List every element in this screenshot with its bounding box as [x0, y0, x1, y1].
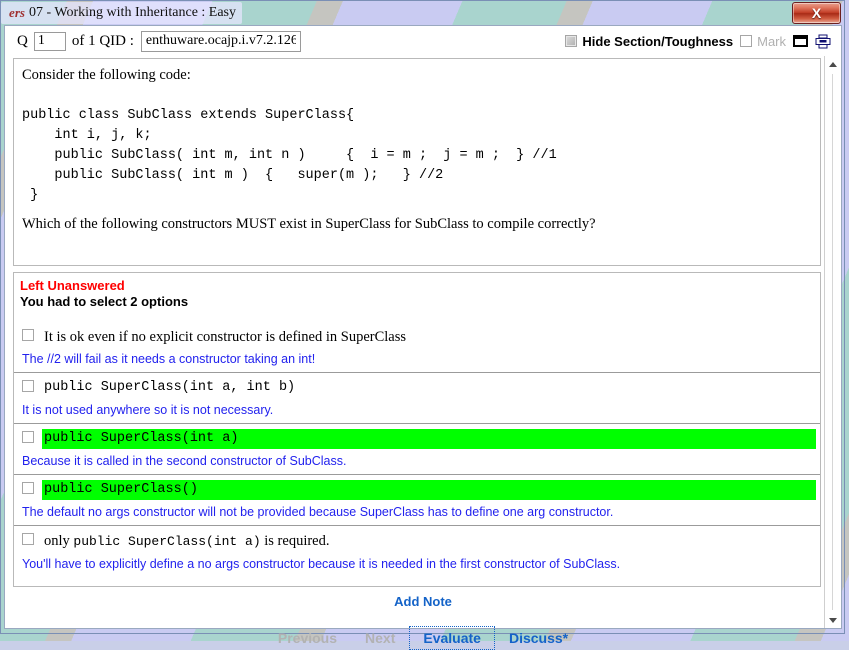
add-note-link[interactable]: Add Note [394, 594, 452, 609]
question-code: public class SubClass extends SuperClass… [22, 106, 810, 206]
header-tools: Hide Section/Toughness Mark [565, 34, 837, 49]
option-label: only public SuperClass(int a) is require… [42, 531, 816, 552]
option-label: public SuperClass(int a, int b) [42, 378, 816, 398]
window-icon[interactable] [793, 35, 808, 47]
option-checkbox[interactable] [22, 482, 34, 494]
option-row[interactable]: public SuperClass() [14, 475, 820, 502]
status-block: Left Unanswered You had to select 2 opti… [14, 273, 820, 309]
q-label: Q [17, 33, 28, 50]
option-explanation: The default no args constructor will not… [14, 502, 820, 525]
option-row[interactable]: It is ok even if no explicit constructor… [14, 322, 820, 349]
question-number-input[interactable] [34, 32, 66, 51]
option-group: public SuperClass(int a) Because it is c… [14, 423, 820, 474]
mark-toggle[interactable]: Mark [740, 34, 786, 49]
option-label-pre: only [44, 533, 73, 549]
hide-section-checkbox[interactable] [565, 35, 577, 47]
of-total-label: of 1 QID : [72, 33, 134, 50]
option-label-post: is required. [261, 533, 330, 549]
next-button[interactable]: Next [351, 626, 409, 650]
hide-section-toughness-toggle[interactable]: Hide Section/Toughness [565, 34, 733, 49]
option-label: It is ok even if no explicit constructor… [42, 327, 816, 347]
hide-section-label: Hide Section/Toughness [582, 34, 733, 49]
printer-icon[interactable] [815, 34, 831, 49]
qid-input[interactable] [141, 31, 301, 52]
option-group: It is ok even if no explicit constructor… [14, 322, 820, 372]
vertical-scrollbar[interactable] [824, 56, 841, 628]
option-explanation: Because it is called in the second const… [14, 451, 820, 474]
scrollbar-track[interactable] [832, 74, 833, 610]
status-unanswered: Left Unanswered [20, 278, 820, 293]
close-icon: X [812, 6, 821, 20]
option-group: only public SuperClass(int a) is require… [14, 525, 820, 577]
option-row[interactable]: public SuperClass(int a, int b) [14, 373, 820, 400]
footer-buttons: Previous Next Evaluate Discuss* [5, 626, 841, 650]
add-note-area: Add Note [5, 594, 841, 609]
app-icon: ers [7, 5, 27, 21]
window-title: 07 - Working with Inheritance : Easy [27, 5, 242, 21]
evaluate-button[interactable]: Evaluate [409, 626, 495, 650]
option-checkbox[interactable] [22, 431, 34, 443]
client-area: Q of 1 QID : Hide Section/Toughness Mark [4, 25, 842, 629]
option-row[interactable]: public SuperClass(int a) [14, 424, 820, 451]
option-explanation: The //2 will fail as it needs a construc… [14, 349, 820, 372]
previous-button[interactable]: Previous [264, 626, 351, 650]
application-window: ers 07 - Working with Inheritance : Easy… [0, 0, 845, 634]
mark-label: Mark [757, 34, 786, 49]
option-explanation: You'll have to explicitly define a no ar… [14, 554, 820, 577]
window-titlebar: ers 07 - Working with Inheritance : Easy… [1, 1, 844, 25]
option-checkbox[interactable] [22, 380, 34, 392]
question-panel: Consider the following code: public clas… [13, 58, 821, 266]
mark-checkbox[interactable] [740, 35, 752, 47]
option-group: public SuperClass() The default no args … [14, 474, 820, 525]
status-select-count: You had to select 2 options [20, 294, 820, 309]
window-title-group: ers 07 - Working with Inheritance : Easy [1, 2, 242, 24]
question-intro: Consider the following code: [22, 67, 810, 84]
option-row[interactable]: only public SuperClass(int a) is require… [14, 526, 820, 554]
answers-panel: Left Unanswered You had to select 2 opti… [13, 272, 821, 587]
scroll-down-arrow-icon[interactable] [825, 612, 841, 628]
option-explanation: It is not used anywhere so it is not nec… [14, 400, 820, 423]
scroll-up-arrow-icon[interactable] [825, 56, 841, 72]
option-group: public SuperClass(int a, int b) It is no… [14, 372, 820, 423]
discuss-button[interactable]: Discuss* [495, 626, 582, 650]
option-label: public SuperClass() [42, 480, 816, 500]
option-label: public SuperClass(int a) [42, 429, 816, 449]
question-prompt: Which of the following constructors MUST… [22, 216, 810, 233]
option-checkbox[interactable] [22, 533, 34, 545]
close-button[interactable]: X [792, 2, 841, 24]
question-header-bar: Q of 1 QID : Hide Section/Toughness Mark [5, 26, 841, 56]
option-checkbox[interactable] [22, 329, 34, 341]
option-label-code: public SuperClass(int a) [73, 534, 260, 549]
